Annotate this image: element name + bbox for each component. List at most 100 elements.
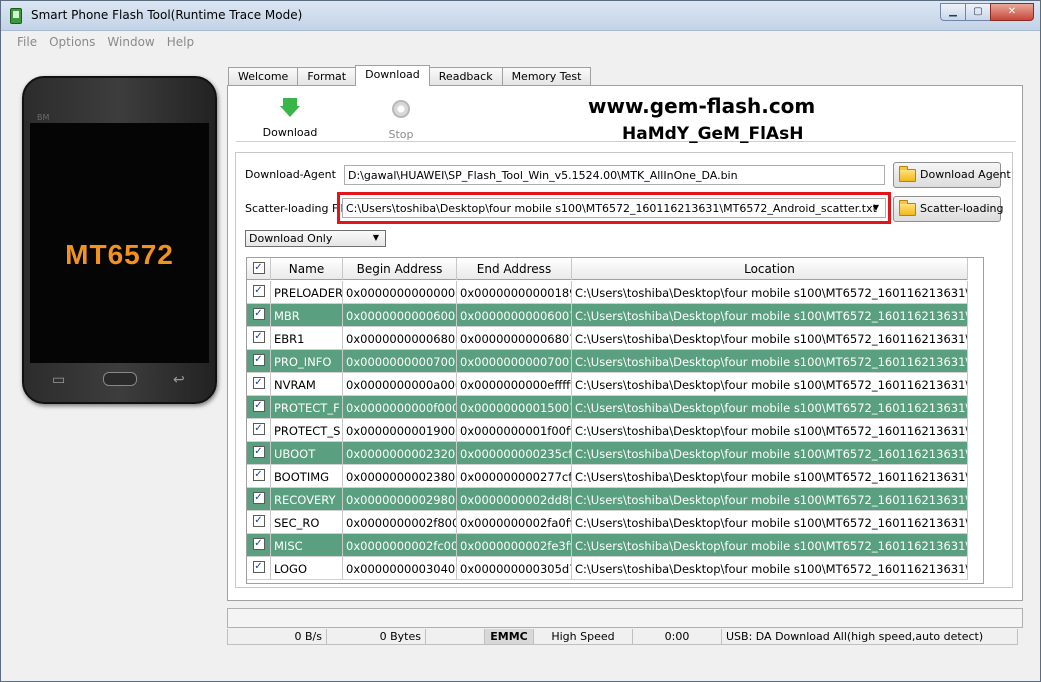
tab-download[interactable]: Download (355, 65, 430, 86)
checkbox-checked-icon[interactable]: ✓ (252, 446, 265, 458)
download-agent-button[interactable]: Download Agent (893, 162, 1011, 188)
table-row[interactable]: ✓ BOOTIMG0x00000000023800000x000000000277… (247, 465, 968, 488)
row-checkbox[interactable]: ✓ (247, 373, 271, 395)
row-checkbox[interactable]: ✓ (247, 304, 271, 326)
table-row[interactable]: ✓ PROTECT_S0x00000000019000000x0000000001… (247, 419, 968, 442)
table-row[interactable]: ✓ PRO_INFO0x00000000007000000x00000000007… (247, 350, 968, 373)
table-row[interactable]: ✓ PROTECT_F0x0000000000f000000x0000000001… (247, 396, 968, 419)
table-row[interactable]: ✓ MBR0x00000000006000000x00000000006007ff… (247, 304, 968, 327)
phone-illustration: BM MT6572 ▭ ↩ (22, 76, 217, 404)
header-begin-address[interactable]: Begin Address (343, 258, 457, 280)
phone-screen: MT6572 (30, 123, 209, 363)
window-title: Smart Phone Flash Tool(Runtime Trace Mod… (31, 8, 303, 22)
cell-begin-address: 0x0000000000600000 (343, 304, 457, 326)
cell-location: C:\Users\toshiba\Desktop\four mobile s10… (572, 488, 968, 510)
row-checkbox[interactable]: ✓ (247, 557, 271, 579)
cell-location: C:\Users\toshiba\Desktop\four mobile s10… (572, 304, 968, 326)
cell-end-address: 0x000000000001892b (457, 281, 572, 303)
table-row[interactable]: ✓ SEC_RO0x0000000002f800000x0000000002fa0… (247, 511, 968, 534)
checkbox-checked-icon[interactable]: ✓ (252, 538, 265, 550)
cell-end-address: 0x00000000015007ff (457, 396, 572, 418)
table-row[interactable]: ✓ NVRAM0x0000000000a000000x0000000000efff… (247, 373, 968, 396)
menu-window[interactable]: Window (101, 32, 160, 52)
checkbox-checked-icon[interactable]: ✓ (252, 400, 265, 412)
tab-readback[interactable]: Readback (428, 67, 503, 86)
row-checkbox[interactable]: ✓ (247, 488, 271, 510)
close-button[interactable]: ✕ (990, 3, 1034, 21)
table-row[interactable]: ✓ PRELOADER0x00000000000000000x0000000000… (247, 281, 968, 304)
chevron-down-icon[interactable]: ▼ (869, 201, 883, 215)
row-checkbox[interactable]: ✓ (247, 396, 271, 418)
cell-begin-address: 0x0000000002fc0000 (343, 534, 457, 556)
table-row[interactable]: ✓ MISC0x0000000002fc00000x0000000002fe3ff… (247, 534, 968, 557)
menu-options[interactable]: Options (43, 32, 101, 52)
table-row[interactable]: ✓ RECOVERY0x00000000029800000x0000000002d… (247, 488, 968, 511)
checkbox-checked-icon[interactable]: ✓ (252, 515, 265, 527)
stop-icon (371, 100, 431, 122)
header-select-all[interactable]: ✓ (247, 258, 271, 280)
checkbox-checked-icon[interactable]: ✓ (252, 262, 265, 274)
row-checkbox[interactable]: ✓ (247, 281, 271, 303)
scatter-loading-button[interactable]: Scatter-loading (893, 196, 1003, 222)
scatter-file-value: C:\Users\toshiba\Desktop\four mobile s10… (346, 202, 877, 215)
row-checkbox[interactable]: ✓ (247, 465, 271, 487)
scatter-file-combobox[interactable]: C:\Users\toshiba\Desktop\four mobile s10… (342, 198, 886, 218)
chevron-down-icon[interactable]: ▼ (369, 231, 383, 245)
checkbox-checked-icon[interactable]: ✓ (252, 354, 265, 366)
menu-help[interactable]: Help (161, 32, 200, 52)
checkbox-checked-icon[interactable]: ✓ (252, 492, 265, 504)
table-row[interactable]: ✓ EBR10x00000000006800000x00000000006807f… (247, 327, 968, 350)
stop-button[interactable]: Stop (371, 98, 431, 141)
row-checkbox[interactable]: ✓ (247, 350, 271, 372)
download-arrow-icon (260, 98, 320, 120)
download-button[interactable]: Download (260, 98, 320, 139)
cell-location: C:\Users\toshiba\Desktop\four mobile s10… (572, 281, 968, 303)
cell-location: C:\Users\toshiba\Desktop\four mobile s10… (572, 396, 968, 418)
header-end-address[interactable]: End Address (457, 258, 572, 280)
cell-name: PROTECT_S (271, 419, 343, 441)
phone-brand: BM (37, 113, 50, 122)
cell-location: C:\Users\toshiba\Desktop\four mobile s10… (572, 327, 968, 349)
checkbox-checked-icon[interactable]: ✓ (252, 331, 265, 343)
window-controls: ▁ ▢ ✕ (940, 3, 1034, 21)
cell-location: C:\Users\toshiba\Desktop\four mobile s10… (572, 419, 968, 441)
row-checkbox[interactable]: ✓ (247, 511, 271, 533)
checkbox-checked-icon[interactable]: ✓ (252, 469, 265, 481)
cell-location: C:\Users\toshiba\Desktop\four mobile s10… (572, 465, 968, 487)
row-checkbox[interactable]: ✓ (247, 534, 271, 556)
status-spacer (425, 629, 485, 645)
checkbox-checked-icon[interactable]: ✓ (252, 377, 265, 389)
tab-welcome[interactable]: Welcome (228, 67, 299, 86)
app-window: Smart Phone Flash Tool(Runtime Trace Mod… (0, 0, 1041, 682)
minimize-button[interactable]: ▁ (940, 3, 966, 21)
download-agent-field[interactable]: D:\gawal\HUAWEI\SP_Flash_Tool_Win_v5.152… (344, 165, 885, 185)
partition-table: ✓ Name Begin Address End Address Locatio… (246, 257, 984, 584)
table-row[interactable]: ✓ LOGO0x00000000030400000x000000000305d7f… (247, 557, 968, 580)
cell-name: PRELOADER (271, 281, 343, 303)
cell-begin-address: 0x0000000002320000 (343, 442, 457, 464)
header-name[interactable]: Name (271, 258, 343, 280)
tab-format[interactable]: Format (297, 67, 357, 86)
row-checkbox[interactable]: ✓ (247, 419, 271, 441)
checkbox-checked-icon[interactable]: ✓ (252, 285, 265, 297)
cell-name: RECOVERY (271, 488, 343, 510)
download-settings-group: Download-Agent D:\gawal\HUAWEI\SP_Flash_… (235, 152, 1013, 588)
maximize-button[interactable]: ▢ (965, 3, 991, 21)
download-mode-select[interactable]: Download Only ▼ (245, 230, 386, 247)
header-location[interactable]: Location (572, 258, 968, 280)
menu-file[interactable]: File (11, 32, 43, 52)
row-checkbox[interactable]: ✓ (247, 327, 271, 349)
checkbox-checked-icon[interactable]: ✓ (252, 561, 265, 573)
cell-end-address: 0x00000000006807ff (457, 327, 572, 349)
menu-bar: File Options Window Help (1, 32, 1040, 52)
cell-end-address: 0x0000000001f00fff (457, 419, 572, 441)
status-bar: 0 B/s 0 Bytes EMMC High Speed 0:00 USB: … (227, 629, 1023, 645)
title-bar[interactable]: Smart Phone Flash Tool(Runtime Trace Mod… (1, 1, 1040, 31)
checkbox-checked-icon[interactable]: ✓ (252, 308, 265, 320)
row-checkbox[interactable]: ✓ (247, 442, 271, 464)
cell-begin-address: 0x0000000000000000 (343, 281, 457, 303)
table-row[interactable]: ✓ UBOOT0x00000000023200000x000000000235cf… (247, 442, 968, 465)
toolbar: Download Stop www.gem-flash.com HaMdY_Ge… (236, 92, 1016, 144)
checkbox-checked-icon[interactable]: ✓ (252, 423, 265, 435)
tab-memory-test[interactable]: Memory Test (501, 67, 592, 86)
